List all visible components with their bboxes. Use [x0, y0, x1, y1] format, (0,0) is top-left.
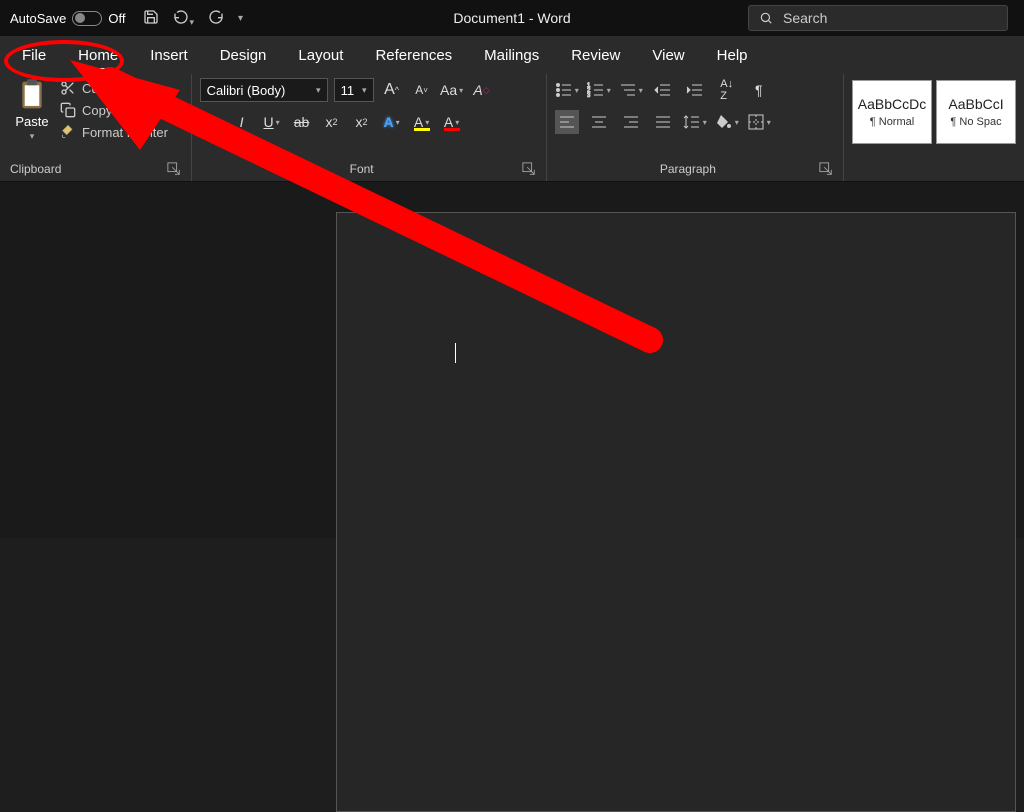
style-normal[interactable]: AaBbCcDc ¶ Normal [852, 80, 932, 144]
quick-access-toolbar: ▾ ▾ [135, 9, 251, 28]
paste-button[interactable]: Paste ▾ [8, 78, 56, 142]
autosave-toggle[interactable]: AutoSave Off [0, 11, 135, 26]
toggle-off-icon [72, 11, 102, 26]
annotation-arrow [50, 50, 690, 370]
style-preview: AaBbCcDc [858, 96, 926, 112]
save-icon[interactable] [143, 9, 159, 28]
autosave-state: Off [108, 11, 125, 26]
title-bar: AutoSave Off ▾ ▾ Document1 - Word Search [0, 0, 1024, 36]
clipboard-icon [17, 78, 47, 112]
tab-help[interactable]: Help [701, 39, 764, 72]
style-name: ¶ No Spac [950, 116, 1001, 128]
search-placeholder: Search [783, 10, 827, 26]
redo-icon[interactable] [208, 9, 224, 28]
qat-more-icon[interactable]: ▾ [238, 13, 243, 24]
show-marks-button[interactable]: ¶ [747, 78, 771, 102]
search-box[interactable]: Search [748, 5, 1008, 31]
shading-button[interactable]: ▾ [715, 110, 739, 134]
chevron-down-icon: ▾ [30, 131, 35, 142]
style-no-spacing[interactable]: AaBbCcI ¶ No Spac [936, 80, 1016, 144]
style-name: ¶ Normal [870, 116, 914, 128]
search-icon [759, 11, 773, 25]
paste-label: Paste [15, 114, 48, 129]
sort-button[interactable]: A↓Z [715, 78, 739, 102]
document-title: Document1 - Word [453, 10, 570, 26]
group-styles: AaBbCcDc ¶ Normal AaBbCcI ¶ No Spac [844, 74, 1024, 181]
style-preview: AaBbCcI [948, 96, 1003, 112]
undo-icon[interactable]: ▾ [173, 9, 194, 28]
borders-button[interactable]: ▾ [747, 110, 771, 134]
autosave-label: AutoSave [10, 11, 66, 26]
dialog-launcher-icon[interactable] [819, 162, 833, 176]
